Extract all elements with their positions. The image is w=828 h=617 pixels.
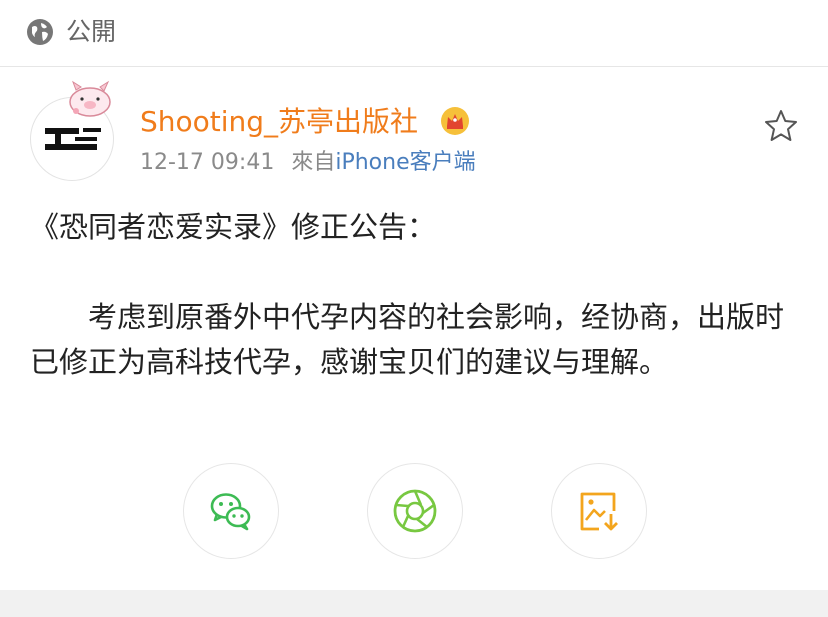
section-divider (0, 590, 828, 617)
post-content: 《恐同者恋爱实录》修正公告： 考虑到原番外中代孕内容的社会影响，经协商，出版时已… (30, 205, 800, 385)
publisher-logo (45, 128, 101, 150)
moments-icon (393, 489, 437, 533)
post-title: 《恐同者恋爱实录》修正公告： (30, 210, 437, 244)
wechat-icon (210, 493, 251, 531)
source-link[interactable]: iPhone客户端 (335, 150, 475, 175)
crown-icon (441, 107, 469, 135)
save-image-icon (580, 492, 618, 531)
timestamp: 12-17 09:41 (140, 150, 275, 175)
visibility-label: 公開 (66, 17, 117, 46)
post-body: 考虑到原番外中代孕内容的社会影响，经协商，出版时已修正为高科技代孕，感谢宝贝们的… (30, 300, 785, 379)
share-moments-button[interactable] (367, 463, 463, 559)
source-prefix: 來自 (291, 150, 336, 175)
username[interactable]: Shooting_苏亭出版社 (140, 103, 418, 141)
star-icon[interactable] (763, 108, 799, 144)
pig-pendant-icon (69, 80, 111, 117)
save-image-button[interactable] (551, 463, 647, 559)
globe-icon (27, 19, 53, 45)
visibility-bar: 公開 (0, 0, 828, 67)
post-meta: 12-17 09:41 來自iPhone客户端 (140, 148, 476, 178)
share-wechat-button[interactable] (183, 463, 279, 559)
